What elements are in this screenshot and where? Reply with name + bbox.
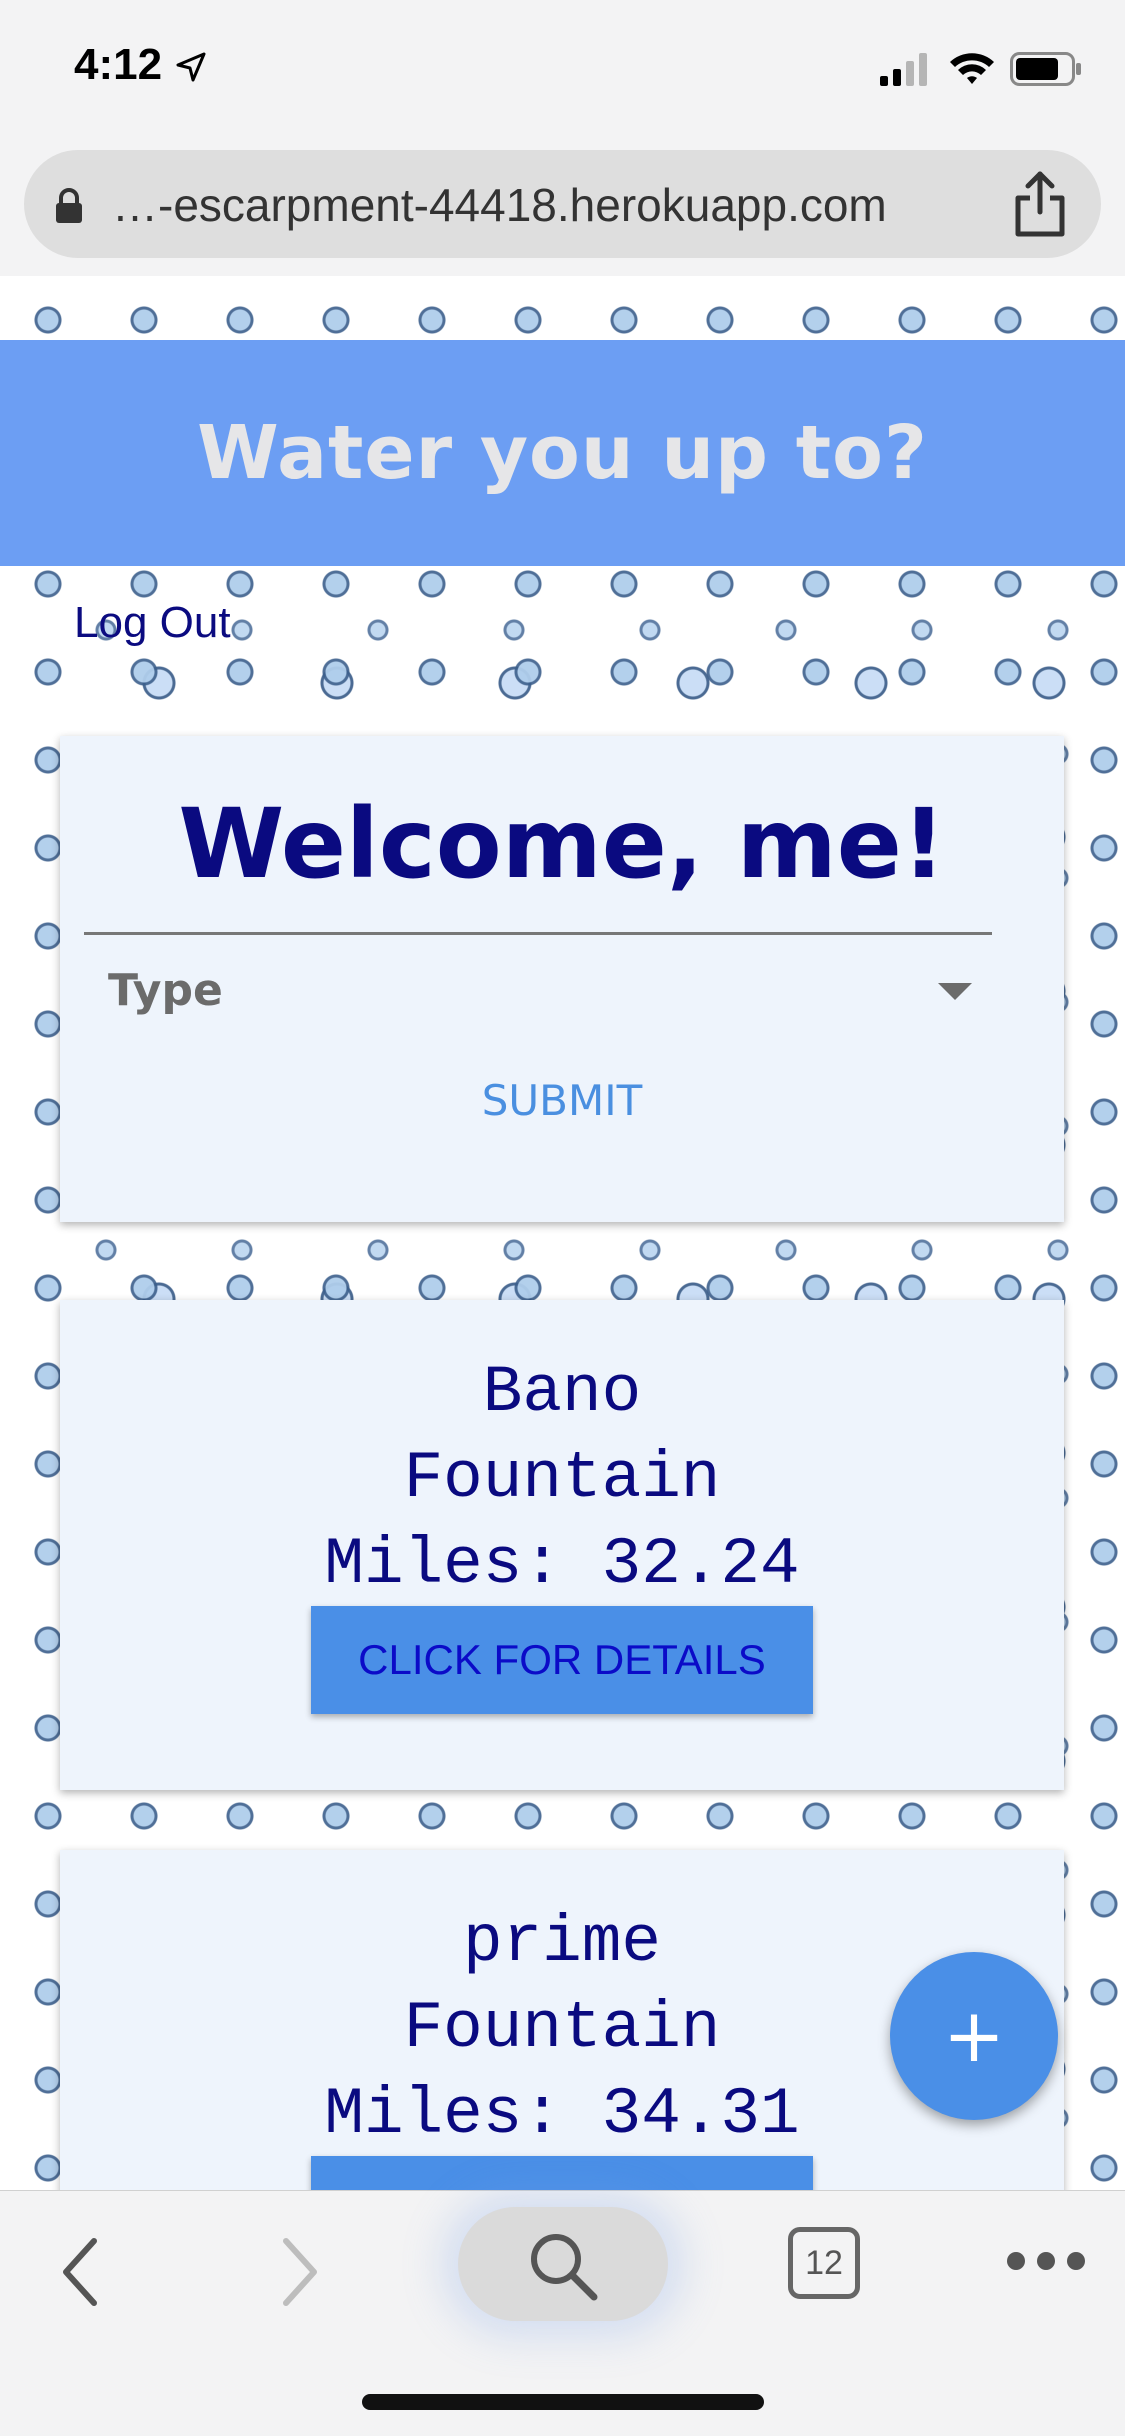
welcome-card: Welcome, me! Type SUBMIT: [60, 736, 1064, 1222]
type-select[interactable]: Type: [84, 932, 992, 1034]
tabs-button[interactable]: 12: [788, 2227, 860, 2299]
search-button[interactable]: [458, 2207, 668, 2321]
cellular-signal-icon: [880, 53, 927, 86]
status-time: 4:12: [74, 40, 163, 89]
search-icon: [531, 2234, 598, 2301]
url-text[interactable]: …-escarpment-44418.herokuapp.com: [112, 178, 887, 232]
logout-link[interactable]: Log Out: [74, 598, 231, 648]
fountain-name-line1: Bano: [482, 1355, 642, 1430]
status-bar: 4:12: [0, 0, 1125, 140]
home-indicator: [362, 2394, 764, 2410]
submit-button[interactable]: SUBMIT: [60, 1076, 1064, 1125]
plus-icon: +: [942, 1993, 1005, 2079]
type-select-label: Type: [108, 965, 223, 1016]
battery-icon: [1010, 52, 1081, 86]
forward-icon[interactable]: [276, 2227, 324, 2317]
site-title: Water you up to?: [197, 410, 928, 496]
share-icon[interactable]: [1010, 170, 1070, 238]
address-bar[interactable]: …-escarpment-44418.herokuapp.com: [24, 150, 1101, 258]
site-header: Water you up to?: [0, 340, 1125, 566]
location-arrow-icon: [176, 52, 206, 82]
details-button[interactable]: CLICK FOR DETAILS: [311, 2156, 813, 2190]
fountain-name-line1: prime: [462, 1905, 662, 1980]
back-icon[interactable]: [56, 2227, 104, 2317]
web-page: Water you up to? Log Out Welcome, me! Ty…: [0, 276, 1125, 2190]
wifi-icon: [950, 53, 994, 84]
lock-icon: [56, 188, 82, 223]
welcome-heading: Welcome, me!: [178, 788, 946, 900]
fountain-name-line2: Fountain: [403, 1441, 721, 1516]
dropdown-caret-icon: [938, 983, 972, 1000]
details-button[interactable]: CLICK FOR DETAILS: [311, 1606, 813, 1714]
fountain-card: Bano Fountain Miles: 32.24 CLICK FOR DET…: [60, 1300, 1064, 1790]
fountain-miles: Miles: 32.24: [324, 1527, 800, 1602]
more-icon[interactable]: [1004, 2249, 1088, 2273]
add-fountain-button[interactable]: +: [890, 1952, 1058, 2120]
fountain-info: Bano Fountain Miles: 32.24: [60, 1350, 1064, 1608]
